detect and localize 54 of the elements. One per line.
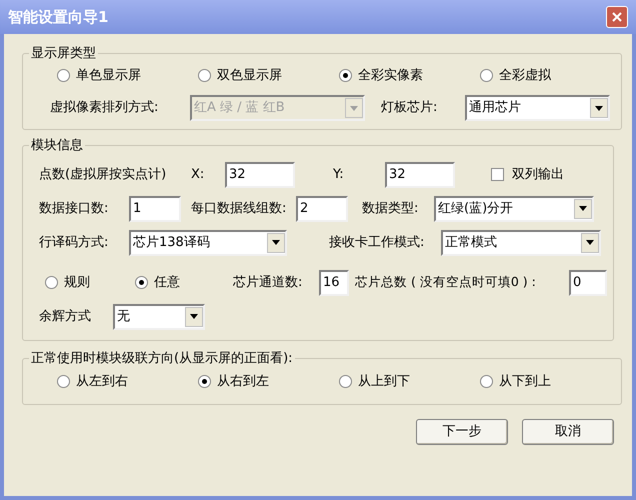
- radio-label[interactable]: 单色显示屏: [76, 66, 141, 85]
- input-field[interactable]: 2: [296, 196, 348, 222]
- field-label: 灯板芯片:: [381, 99, 438, 118]
- radio-label[interactable]: 全彩实像素: [358, 66, 423, 85]
- radio-button[interactable]: [339, 68, 352, 82]
- close-button[interactable]: [606, 6, 628, 28]
- input-field[interactable]: 16: [319, 270, 349, 296]
- radio-button[interactable]: [57, 68, 70, 82]
- dropdown[interactable]: 正常模式: [441, 230, 601, 256]
- field-label: 芯片总数 ( 没有空点时可填0 ) :: [355, 273, 537, 292]
- field-label: 数据接口数:: [39, 200, 110, 218]
- field-label: 余辉方式: [39, 308, 92, 326]
- field-label: 双列输出: [512, 166, 564, 184]
- field-label: 数据类型:: [362, 200, 420, 218]
- dropdown[interactable]: 通用芯片: [465, 95, 610, 121]
- radio-button[interactable]: [339, 375, 352, 388]
- radio-button[interactable]: [480, 375, 493, 388]
- radio-button[interactable]: [57, 375, 70, 388]
- window-title: 智能设置向导1: [8, 6, 108, 28]
- field-label: 每口数据线组数:: [191, 200, 288, 218]
- field-label: 点数(虚拟屏按实点计): [39, 166, 168, 184]
- field-label: 行译码方式:: [39, 234, 110, 252]
- field-label: 虚拟像素排列方式:: [50, 99, 160, 118]
- checkbox[interactable]: [491, 168, 504, 181]
- dialog-button[interactable]: 取消: [522, 418, 614, 444]
- radio-button[interactable]: [480, 68, 493, 82]
- radio-label[interactable]: 全彩虚拟: [499, 66, 551, 85]
- radio-button[interactable]: [135, 276, 148, 289]
- input-field[interactable]: 1: [129, 196, 181, 222]
- radio-button[interactable]: [45, 276, 58, 289]
- input-field[interactable]: 32: [385, 162, 455, 188]
- radio-label[interactable]: 双色显示屏: [217, 66, 282, 85]
- radio-label[interactable]: 从右到左: [217, 372, 269, 392]
- radio-button[interactable]: [198, 68, 211, 82]
- group-title: 模块信息: [30, 137, 84, 155]
- radio-label[interactable]: 从左到右: [76, 372, 128, 392]
- radio-label[interactable]: 从下到上: [499, 372, 551, 392]
- dropdown[interactable]: 芯片138译码: [129, 230, 287, 256]
- input-field[interactable]: 32: [225, 162, 295, 188]
- field-label: Y:: [333, 166, 345, 184]
- radio-button[interactable]: [198, 375, 211, 388]
- radio-label[interactable]: 规则: [64, 272, 90, 292]
- close-icon: [612, 12, 622, 22]
- field-label: X:: [191, 166, 206, 184]
- dropdown[interactable]: 无: [113, 304, 205, 330]
- field-label: 芯片通道数:: [233, 274, 304, 292]
- radio-label[interactable]: 任意: [154, 272, 180, 292]
- input-field[interactable]: 0: [569, 270, 607, 296]
- dropdown[interactable]: 红绿(蓝)分开: [434, 196, 594, 222]
- group-title: 显示屏类型: [30, 45, 97, 63]
- radio-label[interactable]: 从上到下: [358, 372, 410, 392]
- group-title: 正常使用时模块级联方向(从显示屏的正面看):: [30, 350, 294, 368]
- field-label: 接收卡工作模式:: [329, 234, 426, 252]
- dialog-button[interactable]: 下一步: [416, 418, 508, 444]
